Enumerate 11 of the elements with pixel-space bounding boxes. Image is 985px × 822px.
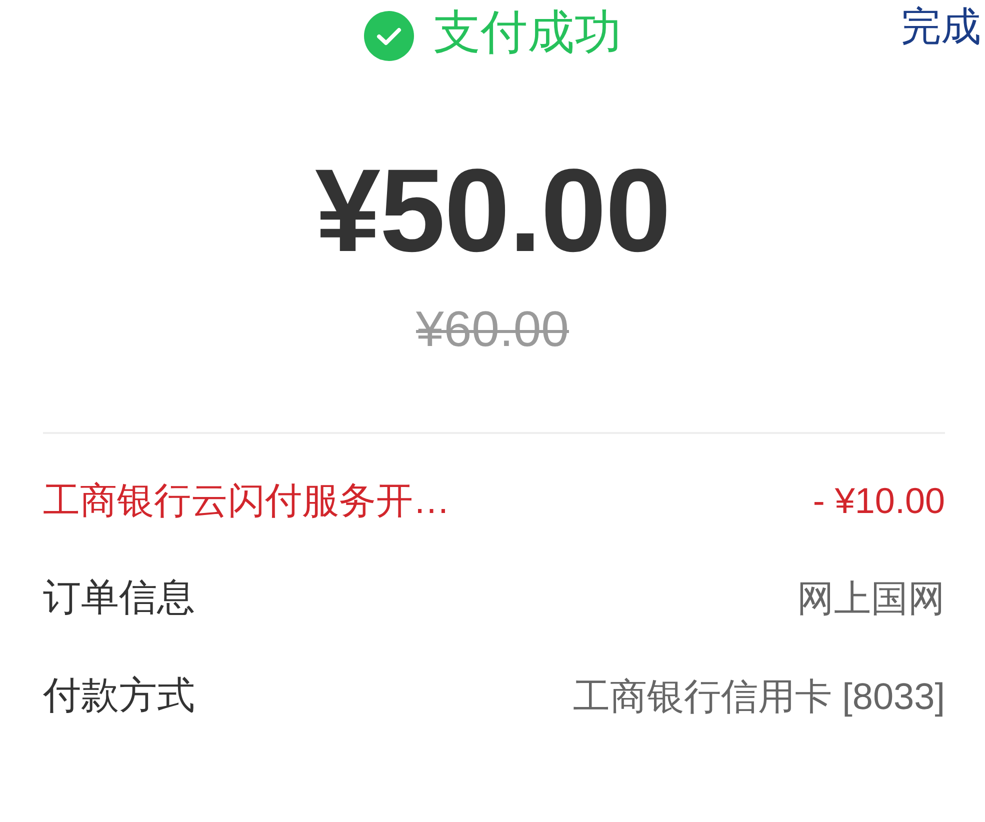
detail-label: 付款方式 — [43, 674, 195, 720]
discount-label: 工商银行云闪付服务开… — [43, 478, 450, 523]
original-price: ¥60.00 — [416, 304, 569, 354]
success-check-icon — [364, 11, 414, 61]
paid-amount: ¥50.00 — [315, 152, 670, 270]
discount-amount: - ¥10.00 — [812, 479, 945, 523]
detail-value: 工商银行信用卡 [8033] — [572, 674, 945, 719]
detail-label: 订单信息 — [43, 576, 195, 622]
payment-status-title: 支付成功 — [434, 8, 622, 54]
detail-value: 网上国网 — [797, 576, 945, 621]
done-button[interactable]: 完成 — [901, 7, 981, 47]
